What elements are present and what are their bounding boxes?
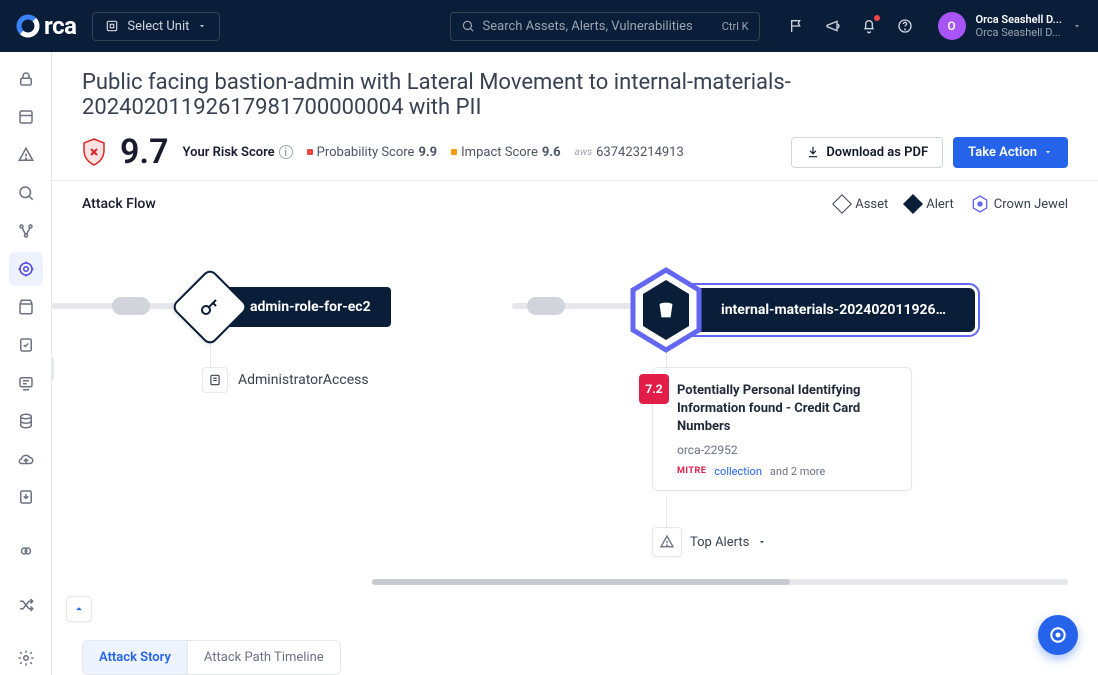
chevron-down-icon — [757, 537, 767, 547]
cloud-provider: aws — [575, 147, 593, 158]
announce-icon[interactable] — [824, 17, 842, 35]
rail-infinity[interactable] — [9, 534, 43, 568]
take-action-button[interactable]: Take Action — [953, 137, 1068, 168]
severity-badge: 7.2 — [639, 374, 669, 404]
prob-score-value: 9.9 — [418, 145, 437, 160]
prob-score-label: Probability Score — [317, 145, 415, 160]
impact-score-value: 9.6 — [542, 145, 561, 160]
tab-attack-story[interactable]: Attack Story — [83, 641, 187, 674]
risk-score-label: Your Risk Scorei — [183, 145, 293, 160]
finding-more[interactable]: and 2 more — [770, 465, 825, 478]
rail-settings[interactable] — [9, 641, 43, 675]
rail-lock[interactable] — [9, 62, 43, 96]
chat-fab[interactable] — [1038, 615, 1078, 655]
org-icon — [105, 19, 119, 33]
rail-shuffle[interactable] — [9, 588, 43, 622]
rail-attack-path[interactable] — [9, 252, 43, 286]
tab-attack-timeline[interactable]: Attack Path Timeline — [187, 641, 340, 674]
unit-select[interactable]: Select Unit — [92, 12, 220, 41]
graph-scrollbar[interactable] — [372, 579, 1068, 585]
search-placeholder: Search Assets, Alerts, Vulnerabilities — [483, 19, 714, 34]
search-icon — [461, 19, 475, 33]
help-icon[interactable] — [896, 17, 914, 35]
rail-cloud[interactable] — [9, 442, 43, 476]
user-name: Orca Seashell D... — [976, 13, 1062, 26]
logo-text: rca — [44, 12, 76, 40]
legend-asset: Asset — [835, 197, 888, 212]
account-id: 637423214913 — [596, 145, 684, 160]
page-header: Public facing bastion-admin with Lateral… — [52, 52, 1098, 181]
avatar: O — [938, 12, 966, 40]
finding-id: orca-22952 — [677, 443, 897, 457]
legend-crown-jewel: Crown Jewel — [972, 195, 1068, 213]
back-button[interactable] — [52, 357, 54, 381]
bucket-icon — [627, 267, 705, 353]
rail-compliance[interactable] — [9, 328, 43, 362]
tabs-section: Attack Story Attack Path Timeline — [52, 610, 1098, 675]
mitre-label: MITRE — [677, 466, 706, 476]
search-shortcut: Ctrl K — [722, 20, 749, 33]
graph-edge-cap — [527, 297, 565, 315]
rail-inventory[interactable] — [9, 290, 43, 324]
rail-alerts[interactable] — [9, 138, 43, 172]
finding-tag[interactable]: collection — [714, 465, 762, 478]
chevron-down-icon — [197, 21, 207, 31]
node-label: internal-materials-20240201192617... — [685, 288, 975, 332]
node-internal-materials[interactable]: internal-materials-20240201192617... — [627, 267, 975, 353]
logo[interactable]: rca — [16, 12, 76, 40]
flow-title: Attack Flow — [82, 196, 156, 212]
bell-icon[interactable] — [860, 17, 878, 35]
impact-score-label: Impact Score — [461, 145, 538, 160]
top-alerts-toggle[interactable]: Top Alerts — [652, 527, 767, 557]
risk-score-value: 9.7 — [120, 132, 169, 172]
chevron-down-icon — [1072, 21, 1082, 31]
download-icon — [806, 145, 820, 159]
rail-search[interactable] — [9, 176, 43, 210]
legend-alert: Alert — [906, 197, 954, 212]
page-title: Public facing bastion-admin with Lateral… — [82, 70, 1068, 120]
flag-icon[interactable] — [788, 17, 806, 35]
collapse-button[interactable] — [66, 596, 92, 622]
finding-title: Potentially Personal Identifying Informa… — [677, 382, 897, 437]
attack-flow-panel: Attack Flow Asset Alert Crown Jewel — [52, 181, 1098, 610]
sub-node-admin-access[interactable]: AdministratorAccess — [202, 367, 369, 393]
rail-data[interactable] — [9, 404, 43, 438]
rail-export[interactable] — [9, 480, 43, 514]
rail-reports[interactable] — [9, 366, 43, 400]
key-icon — [198, 295, 222, 319]
user-menu[interactable]: O Orca Seashell D... Orca Seashell D... — [938, 12, 1082, 40]
finding-card[interactable]: 7.2 Potentially Personal Identifying Inf… — [652, 367, 912, 491]
side-rail — [0, 52, 52, 675]
unit-label: Select Unit — [127, 19, 189, 34]
user-org: Orca Seashell D... — [976, 26, 1062, 39]
node-admin-role[interactable]: admin-role-for-ec2 — [182, 279, 391, 335]
shield-icon — [82, 138, 106, 166]
chevron-down-icon — [1043, 147, 1053, 157]
flow-legend: Asset Alert Crown Jewel — [835, 195, 1068, 213]
rail-dashboard[interactable] — [9, 100, 43, 134]
alert-icon — [652, 527, 682, 557]
main-content: Public facing bastion-admin with Lateral… — [52, 52, 1098, 675]
top-nav: rca Select Unit Search Assets, Alerts, V… — [0, 0, 1098, 52]
policy-icon — [202, 367, 228, 393]
connector — [666, 497, 667, 527]
download-pdf-button[interactable]: Download as PDF — [791, 137, 943, 168]
info-icon[interactable]: i — [279, 145, 293, 159]
graph-edge-cap — [112, 297, 150, 315]
search-input[interactable]: Search Assets, Alerts, Vulnerabilities C… — [450, 12, 760, 41]
attack-graph[interactable]: admin-role-for-ec2 AdministratorAccess — [82, 237, 1068, 577]
rail-graph[interactable] — [9, 214, 43, 248]
